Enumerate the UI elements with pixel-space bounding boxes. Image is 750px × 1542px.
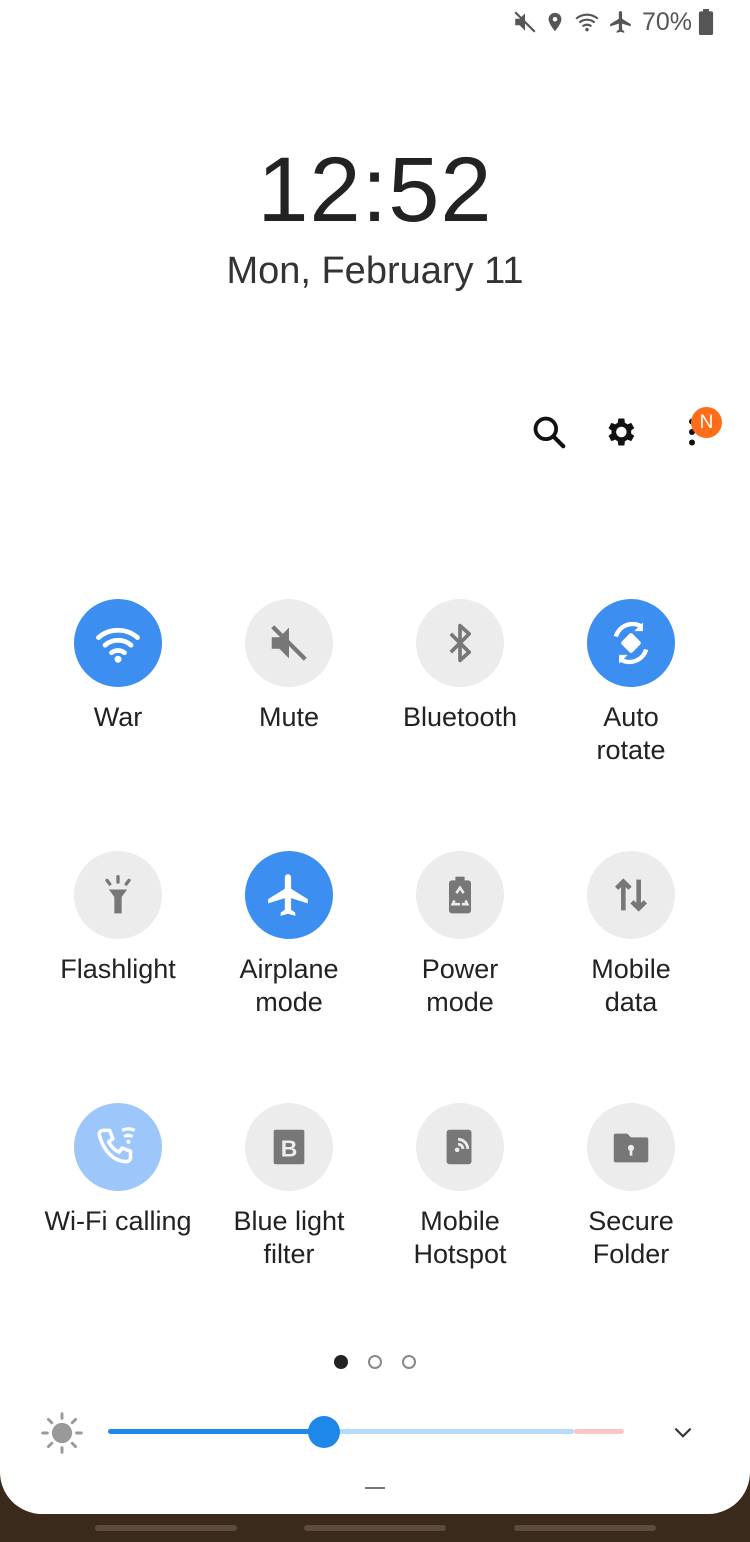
- tile-mobile-hotspot-button[interactable]: [416, 1103, 504, 1191]
- tile-label: Blue light filter: [233, 1206, 345, 1269]
- tile-blue-light-filter[interactable]: B Blue light filter: [204, 1103, 374, 1271]
- brightness-track-filled: [108, 1429, 324, 1434]
- tile-secure-folder-button[interactable]: [587, 1103, 675, 1191]
- svg-text:B: B: [281, 1136, 298, 1162]
- secure-folder-icon: [613, 1133, 649, 1163]
- gear-icon: [608, 418, 635, 446]
- wifi-icon: [96, 627, 140, 663]
- page-indicator-3[interactable]: [402, 1355, 416, 1369]
- tile-label: Mobile data: [591, 954, 671, 1017]
- notification-badge: N: [691, 407, 722, 438]
- tile-mute[interactable]: Mute: [204, 599, 374, 734]
- tile-label: War: [93, 702, 143, 732]
- tile-wifi-button[interactable]: [74, 599, 162, 687]
- wifi-icon: [575, 13, 599, 32]
- page-indicator-1[interactable]: [334, 1355, 348, 1369]
- tile-label: Flashlight: [60, 954, 176, 984]
- page-indicator-2[interactable]: [368, 1355, 382, 1369]
- airplane-icon: [268, 874, 308, 916]
- tile-bluetooth[interactable]: Bluetooth: [375, 599, 545, 734]
- brightness-slider-thumb[interactable]: [308, 1416, 340, 1448]
- battery-icon: [698, 9, 714, 35]
- settings-button[interactable]: [596, 408, 644, 456]
- tile-wifi[interactable]: War: [33, 599, 203, 734]
- clock-date: Mon, February 11: [226, 250, 524, 292]
- tile-auto-rotate[interactable]: Auto rotate: [546, 599, 716, 767]
- brightness-track-remaining[interactable]: [324, 1429, 574, 1434]
- tile-power-mode-button[interactable]: [416, 851, 504, 939]
- mute-icon: [514, 11, 536, 33]
- airplane-icon: [610, 11, 631, 33]
- tile-mobile-data-button[interactable]: [587, 851, 675, 939]
- nav-back-button[interactable]: [514, 1525, 656, 1531]
- hotspot-icon: [446, 1129, 472, 1165]
- wifi-calling-icon: [97, 1127, 136, 1164]
- location-icon: [548, 12, 562, 32]
- tile-label: Bluetooth: [402, 702, 518, 732]
- chevron-down-icon[interactable]: [668, 1420, 698, 1446]
- tile-airplane-mode[interactable]: Airplane mode: [204, 851, 374, 1019]
- auto-rotate-icon: [613, 621, 649, 665]
- tile-power-mode[interactable]: Power mode: [375, 851, 545, 1019]
- quick-panel: 70% 12:52 Mon, February 11 N War Mute Bl…: [0, 0, 750, 1514]
- tile-wifi-calling[interactable]: Wi-Fi calling: [33, 1103, 203, 1238]
- tile-flashlight[interactable]: Flashlight: [33, 851, 203, 986]
- tile-label: Mobile Hotspot: [413, 1206, 507, 1269]
- search-icon: [533, 416, 566, 449]
- blue-light-filter-icon: B: [273, 1129, 305, 1165]
- tile-label: Wi-Fi calling: [44, 1206, 192, 1236]
- nav-recent-button[interactable]: [95, 1525, 237, 1531]
- flashlight-icon: [105, 875, 131, 914]
- tile-bluetooth-button[interactable]: [416, 599, 504, 687]
- tile-flashlight-button[interactable]: [74, 851, 162, 939]
- bluetooth-icon: [449, 623, 471, 663]
- tile-label: Secure Folder: [588, 1206, 674, 1269]
- tile-blue-light-filter-button[interactable]: B: [245, 1103, 333, 1191]
- nav-home-button[interactable]: [304, 1525, 446, 1531]
- clock-time: 12:52: [257, 139, 493, 241]
- power-mode-icon: [449, 876, 471, 914]
- tile-mobile-data[interactable]: Mobile data: [546, 851, 716, 1019]
- battery-percentage: 70%: [641, 7, 692, 36]
- brightness-icon: [41, 1412, 83, 1454]
- tile-label: Auto rotate: [596, 702, 666, 765]
- tile-airplane-mode-button[interactable]: [245, 851, 333, 939]
- tile-auto-rotate-button[interactable]: [587, 599, 675, 687]
- tile-label: Airplane mode: [239, 954, 339, 1017]
- search-button[interactable]: [525, 408, 573, 456]
- tile-secure-folder[interactable]: Secure Folder: [546, 1103, 716, 1271]
- tile-mobile-hotspot[interactable]: Mobile Hotspot: [375, 1103, 545, 1271]
- status-bar: 70%: [512, 6, 714, 38]
- panel-drag-handle[interactable]: [365, 1487, 385, 1489]
- tile-mute-button[interactable]: [245, 599, 333, 687]
- tile-label: Power mode: [421, 954, 499, 1017]
- brightness-track-high[interactable]: [574, 1429, 624, 1434]
- tile-wifi-calling-button[interactable]: [74, 1103, 162, 1191]
- mute-icon: [271, 625, 307, 661]
- tile-label: Mute: [258, 702, 320, 732]
- mobile-data-icon: [614, 878, 648, 912]
